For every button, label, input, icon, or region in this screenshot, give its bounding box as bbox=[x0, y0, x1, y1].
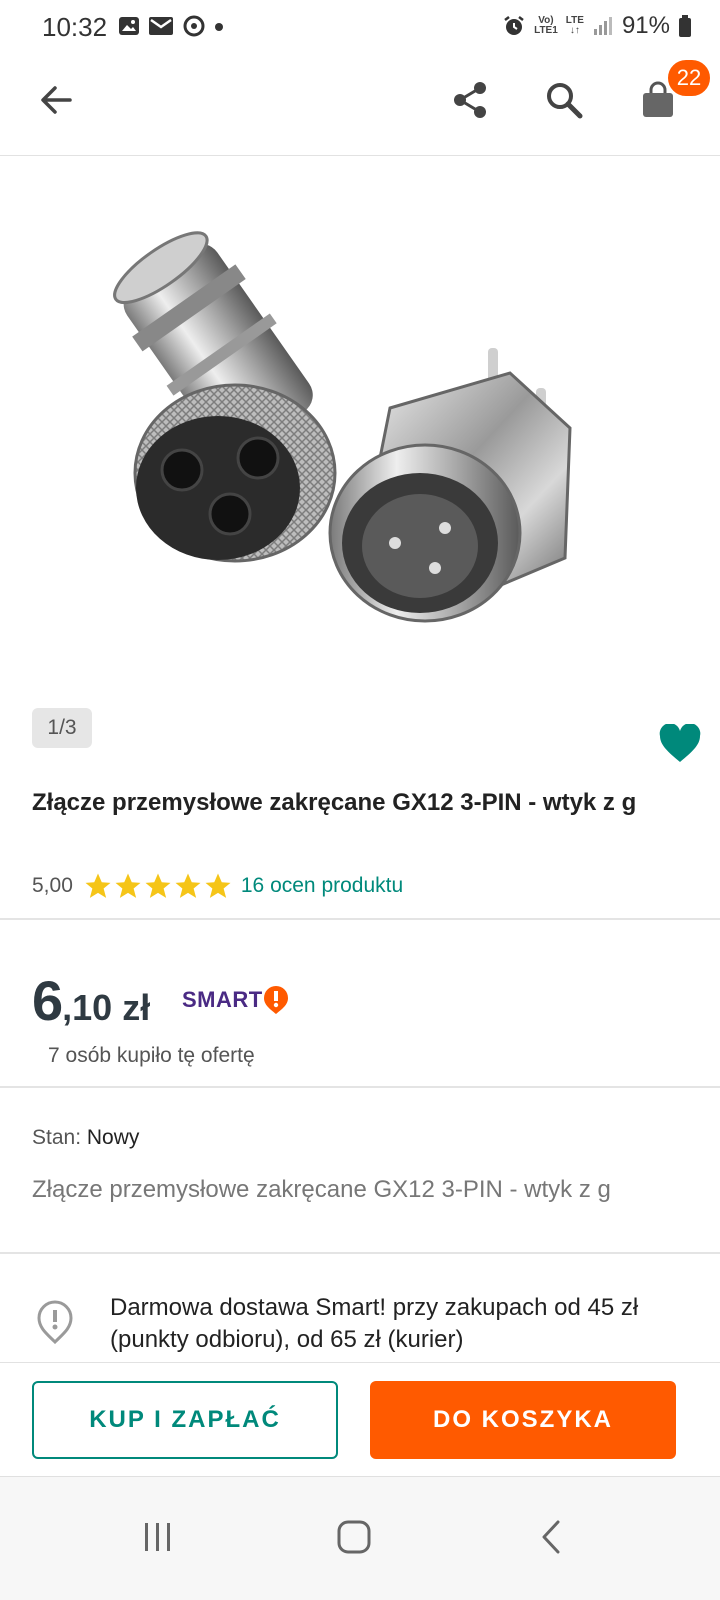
condition-label: Stan: bbox=[32, 1126, 82, 1149]
cart-count-badge: 22 bbox=[666, 58, 712, 98]
gallery-icon bbox=[119, 17, 139, 35]
star-icon bbox=[175, 873, 201, 898]
product-title: Złącze przemysłowe zakręcane GX12 3-PIN … bbox=[32, 789, 637, 816]
heart-icon bbox=[659, 723, 701, 762]
buyers-count: 7 osób kupiło tę ofertę bbox=[48, 1044, 255, 1067]
ratings-link[interactable]: 16 ocen produktu bbox=[241, 874, 403, 898]
volte-indicator: Vo) LTE1 bbox=[534, 16, 558, 36]
star-icon bbox=[115, 873, 141, 898]
product-description: Złącze przemysłowe zakręcane GX12 3-PIN … bbox=[32, 1176, 611, 1203]
dot-icon bbox=[215, 23, 223, 31]
home-button[interactable] bbox=[314, 1497, 394, 1577]
price-currency: zł bbox=[122, 987, 151, 1028]
volte-bottom: LTE1 bbox=[534, 25, 558, 36]
price: 6 ,10 zł bbox=[32, 968, 150, 1033]
smart-exclamation-icon bbox=[263, 986, 288, 1014]
data-arrows-icon: ↓↑ bbox=[569, 25, 580, 36]
alarm-icon bbox=[504, 16, 524, 35]
price-integer: 6 bbox=[32, 969, 63, 1032]
price-fraction: ,10 bbox=[62, 987, 113, 1028]
divider bbox=[0, 1252, 720, 1254]
status-right: Vo) LTE1 LTE ↓↑ 91% bbox=[502, 12, 692, 40]
lte-indicator: LTE ↓↑ bbox=[566, 16, 584, 36]
add-to-cart-button[interactable]: DO KOSZYKA bbox=[370, 1381, 676, 1459]
star-icon bbox=[85, 873, 111, 898]
status-notification-icons bbox=[118, 14, 224, 38]
battery-percent: 91% bbox=[621, 12, 670, 39]
share-button[interactable] bbox=[442, 72, 498, 128]
signal-icon bbox=[593, 17, 612, 35]
sync-icon bbox=[183, 15, 205, 37]
condition-value: Nowy bbox=[86, 1126, 140, 1149]
home-icon bbox=[337, 1520, 371, 1554]
star-icon bbox=[205, 873, 231, 898]
back-button[interactable] bbox=[28, 72, 84, 128]
arrow-left-icon bbox=[41, 86, 72, 114]
condition: Stan: Nowy bbox=[32, 1126, 139, 1150]
recents-button[interactable] bbox=[118, 1497, 198, 1577]
rating-row: 5,00 16 ocen produktu bbox=[32, 870, 403, 902]
favorite-button[interactable] bbox=[658, 723, 702, 764]
search-icon bbox=[547, 83, 583, 119]
status-time: 10:32 bbox=[42, 12, 108, 42]
connector-photo bbox=[113, 231, 572, 623]
delivery-info-icon bbox=[37, 1300, 73, 1344]
back-nav-button[interactable] bbox=[512, 1497, 592, 1577]
divider bbox=[0, 1086, 720, 1088]
chevron-left-icon bbox=[542, 1520, 560, 1554]
delivery-info: Darmowa dostawa Smart! przy zakupach od … bbox=[110, 1294, 639, 1353]
search-button[interactable] bbox=[536, 72, 592, 128]
system-navigation-bar bbox=[0, 1476, 720, 1600]
mail-icon bbox=[149, 17, 173, 35]
buy-now-button[interactable]: KUP I ZAPŁAĆ bbox=[32, 1381, 338, 1459]
status-bar: 10:32 Vo) LTE1 LTE ↓↑ 91% bbox=[0, 0, 720, 52]
share-icon bbox=[454, 82, 486, 118]
product-image[interactable] bbox=[90, 158, 620, 688]
star-icon bbox=[145, 873, 171, 898]
bottom-action-bar: KUP I ZAPŁAĆ DO KOSZYKA bbox=[0, 1362, 720, 1476]
rating-value: 5,00 bbox=[32, 874, 73, 897]
battery-icon bbox=[679, 15, 691, 37]
smart-label: SMART bbox=[182, 987, 263, 1012]
divider bbox=[0, 918, 720, 920]
top-app-bar bbox=[0, 52, 720, 156]
smart-badge: SMART bbox=[182, 985, 289, 1015]
recents-icon bbox=[145, 1523, 170, 1551]
gallery-counter: 1/3 bbox=[32, 708, 92, 748]
